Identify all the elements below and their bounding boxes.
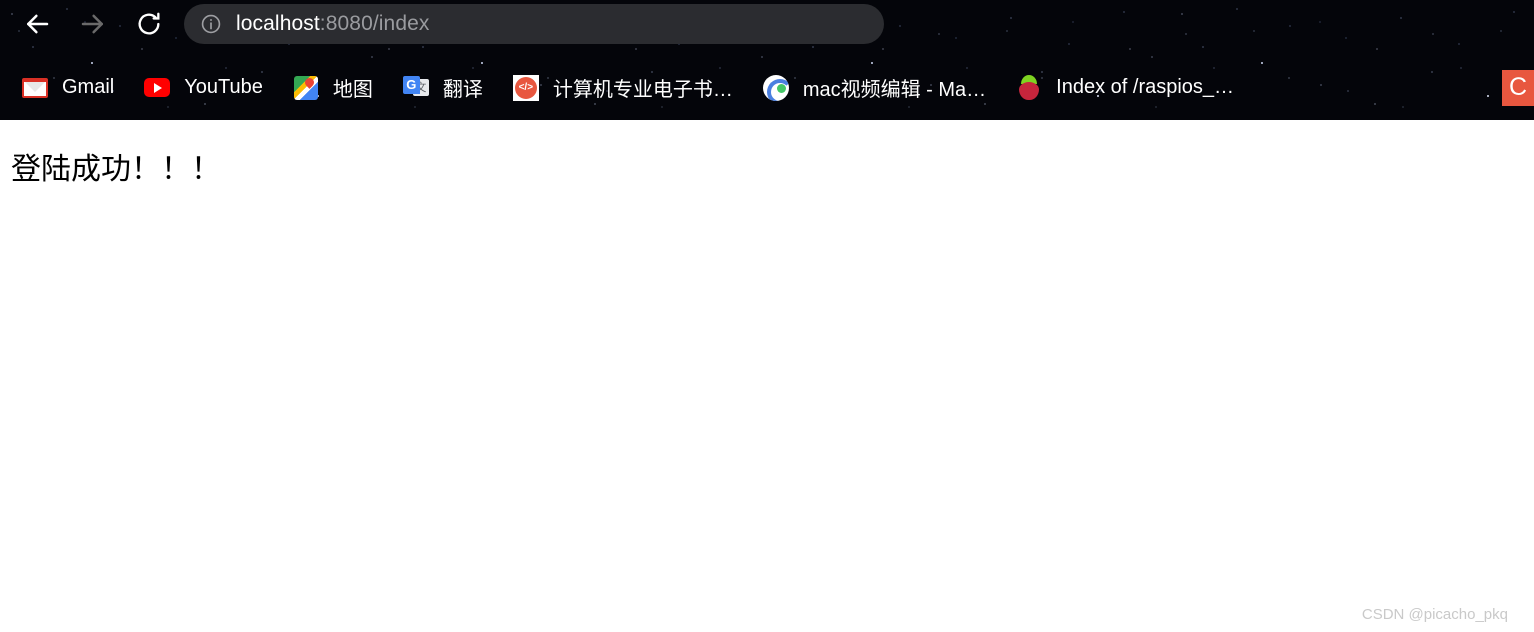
gmail-icon (22, 75, 48, 101)
login-success-message: 登陆成功！！！ (11, 152, 221, 187)
bookmark-label: Gmail (62, 76, 115, 98)
bookmark-translate[interactable]: 文 G 翻译 (402, 68, 483, 108)
reload-icon (135, 10, 163, 38)
youtube-icon (144, 75, 171, 101)
url-text: localhost:8080/index (236, 12, 430, 36)
csdn-c-icon: C (1502, 69, 1534, 106)
address-bar[interactable]: localhost:8080/index (184, 3, 884, 44)
code-brackets-icon (512, 74, 539, 101)
bookmark-label: YouTube (184, 76, 263, 98)
url-host: localhost (236, 11, 320, 35)
bookmark-maps[interactable]: 地图 (293, 68, 373, 108)
arrow-right-icon (78, 9, 108, 39)
url-path: :8080/index (319, 11, 430, 35)
google-translate-icon: 文 G (402, 75, 429, 101)
bookmark-label: 计算机专业电子书… (552, 79, 733, 101)
bookmark-gmail[interactable]: Gmail (22, 68, 114, 108)
mac-video-edit-icon (762, 74, 789, 101)
browser-window: localhost:8080/index Gmail YouTube 地图 文 … (0, 0, 1534, 632)
browser-toolbar: localhost:8080/index (0, 0, 1534, 47)
bookmarks-bar: Gmail YouTube 地图 文 G 翻译 </> 计算机专业电子书… ma… (0, 60, 1534, 115)
bookmark-label: 翻译 (442, 79, 483, 101)
bookmark-label: mac视频编辑 - Ma… (802, 79, 987, 101)
forward-button[interactable] (72, 3, 114, 45)
raspberry-pi-icon (1016, 74, 1042, 101)
browser-chrome: localhost:8080/index Gmail YouTube 地图 文 … (0, 0, 1534, 120)
reload-button[interactable] (128, 3, 170, 45)
info-circle-icon[interactable] (200, 13, 222, 35)
bookmark-raspios-index[interactable]: Index of /raspios_… (1016, 68, 1234, 108)
google-maps-icon (293, 75, 319, 101)
arrow-left-icon (22, 9, 52, 39)
bookmark-label: Index of /raspios_… (1056, 76, 1235, 98)
bookmark-mac-video-edit[interactable]: mac视频编辑 - Ma… (762, 68, 987, 108)
bookmark-youtube[interactable]: YouTube (144, 68, 263, 108)
page-viewport: 登陆成功！！！ CSDN @picacho_pkq (0, 120, 1534, 632)
bookmark-label: 地图 (332, 79, 373, 101)
csdn-watermark: CSDN @picacho_pkq (1361, 606, 1508, 623)
bookmark-computer-ebooks[interactable]: 计算机专业电子书… (512, 68, 733, 108)
bookmark-csdn[interactable]: C (1502, 68, 1534, 108)
back-button[interactable] (16, 3, 58, 45)
